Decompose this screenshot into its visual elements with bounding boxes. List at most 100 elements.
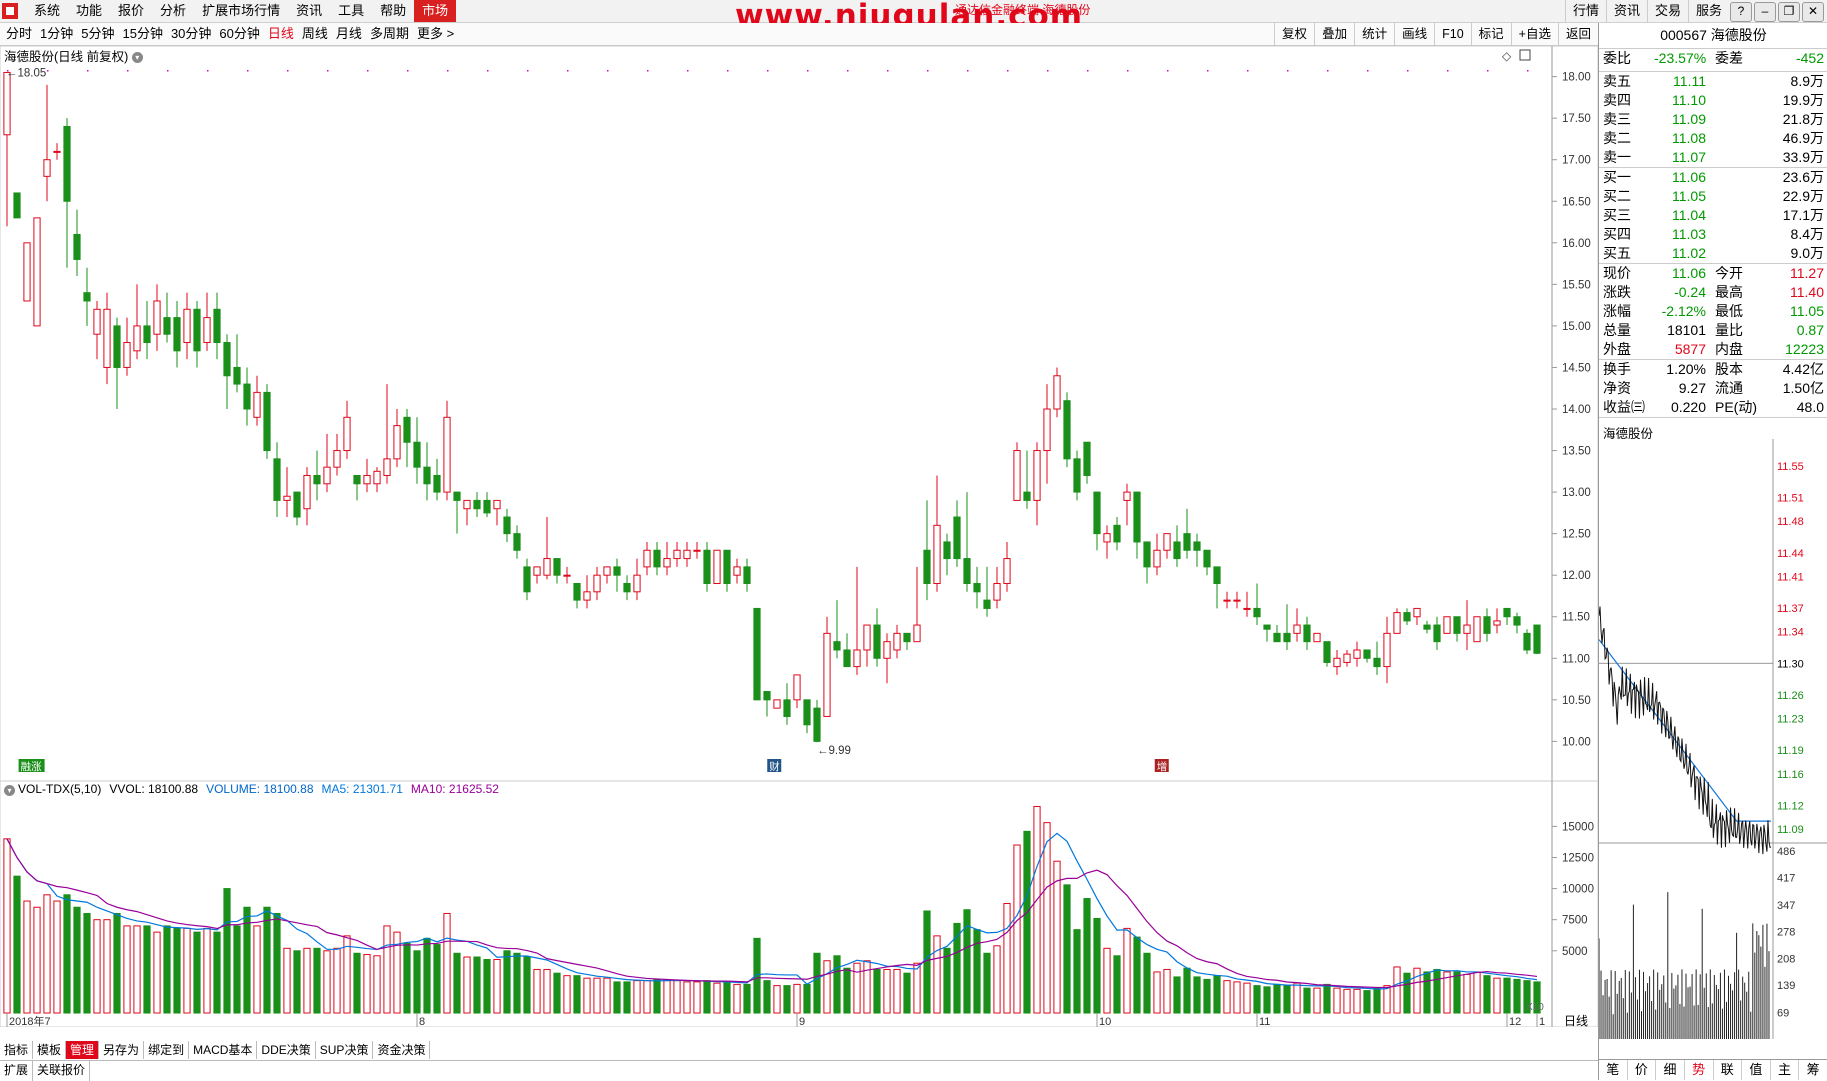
menu-item-8[interactable]: 市场 (414, 0, 457, 22)
top-button-3[interactable]: 服务 (1687, 0, 1729, 22)
mini-tab-2[interactable]: 细 (1656, 1060, 1685, 1080)
indicator-tab-5[interactable]: MACD基本 (189, 1041, 258, 1059)
period-tab-6[interactable]: 日线 (264, 23, 298, 45)
menu-item-1[interactable]: 功能 (68, 0, 110, 22)
period-tab-9[interactable]: 多周期 (366, 23, 413, 45)
extension-tab-1[interactable]: 关联报价 (33, 1061, 91, 1081)
tool-button-4[interactable]: F10 (1434, 23, 1471, 45)
indicator-tab-8[interactable]: 资金决策 (373, 1041, 431, 1059)
buy-volume: 8.4万 (1790, 226, 1824, 242)
period-tab-7[interactable]: 周线 (298, 23, 332, 45)
mini-tab-3[interactable]: 势 (1685, 1060, 1714, 1080)
volume-bar (123, 925, 131, 1014)
restore-icon[interactable]: ❐ (1778, 2, 1800, 22)
mini-tab-0[interactable]: 笔 (1599, 1060, 1628, 1080)
tool-button-2[interactable]: 统计 (1354, 23, 1394, 45)
low-price-label: ←9.99 (817, 745, 851, 757)
close-icon[interactable]: ✕ (1802, 2, 1824, 22)
mini-price-tick: 11.48 (1777, 516, 1804, 528)
extension-tab-0[interactable]: 扩展 (0, 1061, 34, 1081)
candle-body (613, 566, 621, 576)
candle-body (1073, 458, 1081, 493)
volume-bar (153, 931, 161, 1014)
candle-body (73, 234, 81, 260)
volume-chart[interactable]: 15000 12500 10000 7500 5000 2018年7 8 9 10 11 12 1 日线… (0, 781, 1598, 1027)
candle-body (1103, 533, 1111, 543)
menu-item-6[interactable]: 工具 (330, 0, 372, 22)
chevron-down-icon[interactable]: ▾ (4, 785, 15, 796)
volume-bar (513, 952, 521, 1014)
indicator-tab-1[interactable]: 模板 (33, 1041, 67, 1059)
candlestick-chart[interactable]: 18.00 17.50 17.00 16.50 16.00 15.50 15.00 14.50… (0, 46, 1598, 781)
price-tick-label: 11.50 (1562, 612, 1590, 624)
indicator-tab-6[interactable]: DDE决策 (257, 1041, 316, 1059)
candle-body (143, 325, 151, 344)
volume-tick-label: 10000 (1562, 884, 1594, 896)
weibi-row: 委比 -23.57% 委差 -452 (1599, 49, 1827, 72)
buy-row: 买三 11.04 17.1万 (1599, 206, 1827, 225)
volume-bar (1393, 966, 1401, 1014)
period-tab-4[interactable]: 30分钟 (167, 23, 215, 45)
mini-price-tick: 11.23 (1777, 714, 1804, 726)
help-icon[interactable]: ? (1730, 2, 1752, 22)
indicator-tab-3[interactable]: 另存为 (99, 1041, 145, 1059)
candle-body (843, 649, 851, 668)
period-tab-3[interactable]: 15分钟 (118, 23, 166, 45)
minimize-icon[interactable]: – (1754, 2, 1776, 22)
volume-bar (1363, 990, 1371, 1014)
top-button-2[interactable]: 交易 (1646, 0, 1688, 22)
diamond-icon: ◇ (1502, 49, 1512, 63)
candle-body (1333, 657, 1341, 668)
menu-item-5[interactable]: 资讯 (288, 0, 330, 22)
tool-button-0[interactable]: 复权 (1274, 23, 1314, 45)
tool-button-3[interactable]: 画线 (1394, 23, 1434, 45)
candle-body (1183, 533, 1191, 551)
candle-body (683, 549, 691, 560)
tool-button-5[interactable]: 标记 (1470, 23, 1511, 45)
mini-tab-1[interactable]: 价 (1628, 1060, 1657, 1080)
event-marker (327, 70, 329, 72)
candle-body (873, 624, 881, 659)
volume-bar (873, 968, 881, 1014)
period-tab-0[interactable]: 分时 (2, 23, 36, 45)
month-label: 8 (419, 1016, 425, 1027)
candle-body (1083, 441, 1091, 476)
period-tab-2[interactable]: 5分钟 (77, 23, 118, 45)
mini-tab-6[interactable]: 主 (1771, 1060, 1800, 1080)
candle-body (653, 549, 661, 568)
indicator-tab-7[interactable]: SUP决策 (316, 1041, 374, 1059)
indicator-tabs: 指标 模板 管理 另存为 绑定到 MACD基本 DDE决策 SUP决策 资金决策 (0, 1041, 431, 1059)
menu-item-0[interactable]: 系统 (26, 0, 68, 22)
indicator-tab-4[interactable]: 绑定到 (144, 1041, 190, 1059)
volume-bar (103, 919, 111, 1014)
period-tab-1[interactable]: 1分钟 (36, 23, 77, 45)
candle-body (493, 499, 501, 510)
menu-item-2[interactable]: 报价 (110, 0, 152, 22)
price-tick-label: 15.50 (1562, 279, 1591, 291)
mini-tab-4[interactable]: 联 (1714, 1060, 1743, 1080)
tool-button-7[interactable]: 返回 (1557, 23, 1598, 45)
chevron-down-icon[interactable]: ▾ (131, 52, 143, 64)
buy-label: 买四 (1603, 226, 1631, 242)
app-logo-icon[interactable] (2, 3, 18, 19)
menu-item-3[interactable]: 分析 (152, 0, 194, 22)
period-tab-10[interactable]: 更多 > (413, 23, 458, 45)
buy-label: 买二 (1603, 188, 1631, 204)
mini-tab-5[interactable]: 值 (1742, 1060, 1771, 1080)
candle-body (203, 317, 211, 344)
menu-item-7[interactable]: 帮助 (372, 0, 414, 22)
stat-value: 18101 (1667, 322, 1706, 338)
period-tab-5[interactable]: 60分钟 (215, 23, 263, 45)
top-button-1[interactable]: 资讯 (1605, 0, 1647, 22)
candle-body (1133, 491, 1141, 543)
menu-item-4[interactable]: 扩展市场行情 (194, 0, 288, 22)
top-button-0[interactable]: 行情 (1564, 0, 1606, 22)
indicator-tab-2[interactable]: 管理 (66, 1041, 100, 1059)
indicator-tab-0[interactable]: 指标 (0, 1041, 34, 1059)
tool-button-1[interactable]: 叠加 (1314, 23, 1354, 45)
mini-tab-7[interactable]: 筹 (1799, 1060, 1827, 1080)
intraday-mini-chart[interactable]: 11.55 11.51 11.48 11.44 11.41 11.37 11.34 11.30… (1599, 439, 1827, 1059)
tool-button-6[interactable]: +自选 (1510, 23, 1558, 45)
period-tab-8[interactable]: 月线 (332, 23, 366, 45)
stat-value: 0.87 (1796, 322, 1824, 338)
